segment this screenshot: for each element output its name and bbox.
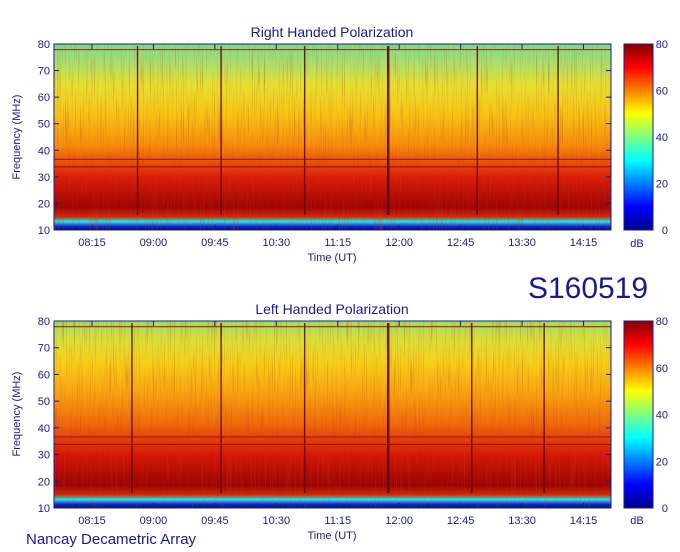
colorbar-tick-label: 80 [656,316,668,328]
panel-right-handed: Right Handed Polarization 10 20 30 40 50 60 70… [11,24,668,264]
x-tick-label: 11:15 [324,237,351,249]
x-tick-label: 13:30 [508,515,536,527]
chart-title: Right Handed Polarization [251,24,414,40]
spectrogram-figure: Right Handed Polarization 10 20 30 40 50 60 70… [11,24,668,548]
x-tick-label: 09:45 [201,515,229,527]
observation-id: S160519 [528,272,648,305]
x-axis-label: Time (UT) [307,252,356,264]
x-axis-label: Time (UT) [307,530,356,542]
y-tick-label: 40 [38,423,50,435]
x-tick-label: 08:15 [78,515,106,527]
y-axis-label: Frequency (MHz) [11,95,23,180]
y-tick-label: 70 [38,343,50,355]
y-tick-label: 20 [38,198,50,210]
y-tick-label: 60 [38,369,50,381]
x-tick-label: 12:45 [447,515,475,527]
x-tick-label: 09:00 [140,515,168,527]
colorbar-ticks: 0 20 40 60 80 [656,316,668,515]
colorbar-tick-label: 60 [656,86,668,98]
chart-title: Left Handed Polarization [255,301,408,317]
colorbar-tick-label: 60 [656,363,668,375]
y-tick-label: 20 [38,476,50,488]
colorbar-ticks: 0 20 40 60 80 [656,39,668,237]
colorbar-tick-label: 40 [656,410,668,422]
colorbar-tick-label: 80 [656,39,668,51]
y-tick-label: 60 [38,92,50,104]
spectrogram-texture [54,321,611,508]
colorbar-tick-label: 0 [662,225,668,237]
y-tick-label: 80 [38,316,50,328]
x-tick-label: 13:30 [508,237,536,249]
colorbar-tick-label: 0 [662,503,668,515]
colorbar-tick-label: 40 [656,132,668,144]
y-tick-label: 80 [38,39,50,51]
x-tick-label: 10:30 [263,237,291,249]
y-tick-label: 50 [38,119,50,131]
x-tick-label: 10:30 [263,515,291,527]
colorbar-tick-label: 20 [656,456,668,468]
y-tick-label: 10 [38,225,50,237]
x-tick-label: 12:00 [385,237,413,249]
x-tick-label: 14:15 [570,515,598,527]
x-tick-label: 08:15 [78,237,106,249]
colorbar-label: dB [630,515,643,527]
x-tick-label: 14:15 [570,237,598,249]
x-tick-label: 09:45 [201,237,229,249]
y-tick-label: 30 [38,172,50,184]
y-tick-label: 30 [38,450,50,462]
colorbar [623,320,654,509]
colorbar [623,43,654,231]
y-tick-label: 10 [38,503,50,515]
y-tick-label: 70 [38,66,50,78]
footer-label: Nancay Decametric Array [26,531,197,548]
colorbar-label: dB [630,238,643,250]
y-axis-label: Frequency (MHz) [11,372,23,457]
x-tick-label: 12:45 [447,237,475,249]
y-tick-label: 40 [38,145,50,157]
x-tick-label: 11:15 [324,515,351,527]
x-tick-label: 12:00 [385,515,413,527]
panel-left-handed: Left Handed Polarization 10 20 30 40 50 60 70 8… [11,301,668,542]
colorbar-tick-label: 20 [656,179,668,191]
x-tick-label: 09:00 [140,237,168,249]
y-tick-label: 50 [38,396,50,408]
